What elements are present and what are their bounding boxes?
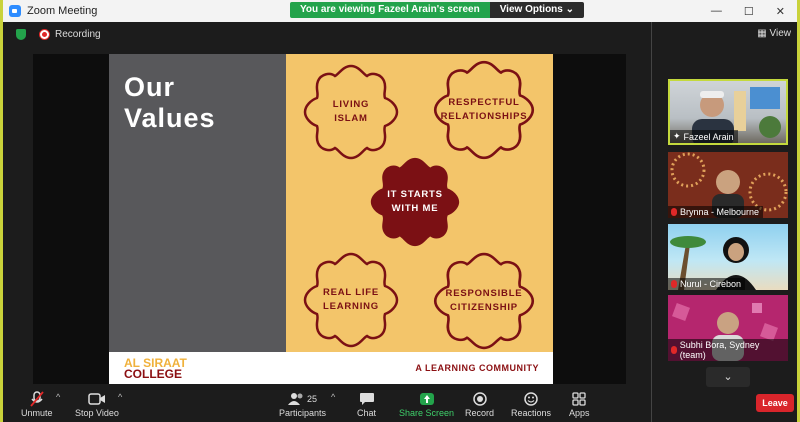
apps-icon [572, 390, 586, 408]
meeting-status-row: Recording [3, 22, 651, 46]
slide-tagline: A LEARNING COMMUNITY [415, 363, 539, 373]
slide-title: Our Values [124, 72, 216, 133]
recording-icon [40, 29, 49, 39]
zoom-app-icon [9, 5, 21, 17]
mic-muted-icon [671, 280, 677, 288]
viewing-message: You are viewing Fazeel Arain's screen [290, 2, 490, 18]
video-options-caret[interactable]: ^ [118, 392, 122, 402]
meeting-toolbar: Unmute ^ Stop Video ^ 25 Participants ^ … [3, 388, 651, 422]
share-screen-button[interactable]: Share Screen [399, 390, 454, 418]
window-title: Zoom Meeting [27, 5, 98, 17]
participant-tile[interactable]: Nurul - Cirebon [668, 224, 788, 290]
stop-video-button[interactable]: Stop Video [75, 390, 119, 418]
minimize-button[interactable]: — [711, 5, 722, 17]
unmute-button[interactable]: Unmute [21, 390, 53, 418]
video-camera-icon [88, 390, 106, 408]
chat-bubble-icon [359, 390, 375, 408]
gallery-panel: ▦ View ✦Fazeel Arain Brynna - Melbourne [651, 22, 797, 422]
window-controls: — ☐ ✕ [711, 0, 791, 22]
participants-icon: 25 [288, 390, 317, 408]
grid-icon: ▦ [757, 28, 770, 39]
view-options-button[interactable]: View Options ⌄ [489, 2, 585, 18]
participant-name: Nurul - Cirebon [668, 278, 746, 290]
viewing-banner: You are viewing Fazeel Arain's screen Vi… [290, 2, 585, 18]
record-icon [472, 390, 487, 408]
participant-tile[interactable]: Subhi Bora, Sydney (team) [668, 295, 788, 361]
value-responsible-citizenship: RESPONSIBLE CITIZENSHIP [431, 250, 537, 352]
value-respectful-relationships: RESPECTFUL RELATIONSHIPS [431, 58, 537, 162]
participants-button[interactable]: 25 Participants [279, 390, 326, 418]
participant-name: Brynna - Melbourne [668, 206, 764, 218]
apps-button[interactable]: Apps [569, 390, 590, 418]
value-it-starts-with-me: IT STARTS WITH ME [367, 154, 463, 250]
presentation-slide: Our Values LIVING ISLAM RESPECTFUL RELAT… [109, 54, 553, 384]
close-button[interactable]: ✕ [776, 5, 785, 18]
value-real-life-learning: REAL LIFE LEARNING [301, 250, 401, 350]
mic-muted-icon [671, 208, 677, 216]
value-living-islam: LIVING ISLAM [301, 62, 401, 162]
pin-icon: ✦ [673, 131, 681, 141]
participant-tile[interactable]: ✦ Fazeel Arain [668, 79, 788, 145]
college-logo: AL SIRAAT COLLEGE [124, 356, 187, 381]
participant-name: ✦ Fazeel Arain [670, 130, 738, 143]
shared-screen: Our Values LIVING ISLAM RESPECTFUL RELAT… [33, 54, 626, 384]
slide-footer: AL SIRAAT COLLEGE A LEARNING COMMUNITY [109, 352, 553, 384]
security-shield-icon[interactable] [16, 28, 26, 40]
audio-options-caret[interactable]: ^ [56, 392, 60, 402]
slide-title-panel: Our Values [109, 54, 286, 352]
zoom-window: Zoom Meeting — ☐ ✕ You are viewing Fazee… [0, 0, 800, 422]
view-button[interactable]: ▦ View [757, 28, 791, 39]
leave-button[interactable]: Leave [756, 394, 794, 412]
recording-label: Recording [55, 28, 101, 40]
scroll-down-button[interactable]: ⌄ [706, 367, 750, 387]
chat-button[interactable]: Chat [357, 390, 376, 418]
maximize-button[interactable]: ☐ [744, 5, 754, 18]
reactions-button[interactable]: Reactions [511, 390, 551, 418]
share-screen-icon [419, 390, 435, 408]
mic-muted-icon [30, 390, 44, 408]
mic-muted-icon [671, 346, 677, 354]
smiley-icon [524, 390, 538, 408]
participants-count: 25 [307, 394, 318, 404]
record-button[interactable]: Record [465, 390, 494, 418]
participants-options-caret[interactable]: ^ [331, 392, 335, 402]
participant-name: Subhi Bora, Sydney (team) [668, 339, 788, 361]
participant-tile[interactable]: Brynna - Melbourne [668, 152, 788, 218]
